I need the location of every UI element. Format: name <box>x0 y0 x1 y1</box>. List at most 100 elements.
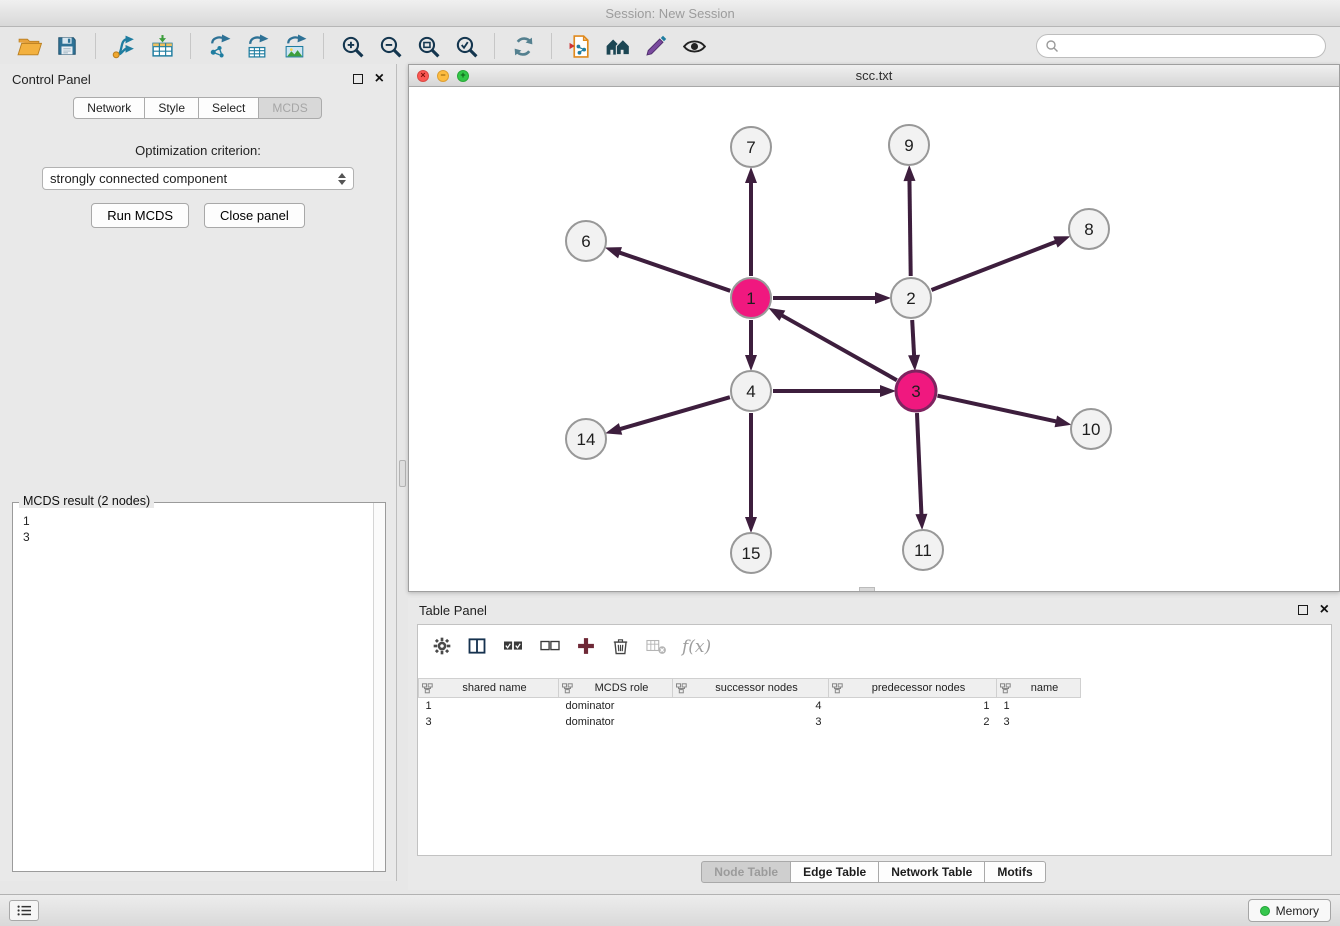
run-mcds-button[interactable]: Run MCDS <box>91 203 189 228</box>
paintbrush-glyph <box>644 34 668 58</box>
graph-node-10[interactable]: 10 <box>1071 409 1111 449</box>
float-table-panel-icon[interactable] <box>1298 605 1308 615</box>
criterion-dropdown[interactable]: strongly connected component <box>42 167 354 190</box>
zoom-out-icon[interactable] <box>374 31 406 61</box>
graph-edge-2-9[interactable] <box>909 180 910 276</box>
graph-edge-2-3[interactable] <box>912 320 914 356</box>
zoom-selected-icon[interactable] <box>450 31 482 61</box>
tab-select[interactable]: Select <box>198 97 259 119</box>
table-cell[interactable]: dominator <box>559 698 673 714</box>
result-scrollbar[interactable] <box>373 503 385 871</box>
table-cell[interactable]: 1 <box>829 698 997 714</box>
search-field[interactable] <box>1036 34 1326 58</box>
show-columns-icon[interactable] <box>467 636 487 659</box>
eye-icon[interactable] <box>678 31 710 61</box>
column-header-name[interactable]: name <box>997 679 1081 698</box>
tab-motifs[interactable]: Motifs <box>984 861 1045 883</box>
export-table-icon[interactable] <box>241 31 273 61</box>
status-menu-button[interactable] <box>9 900 39 921</box>
graph-node-8[interactable]: 8 <box>1069 209 1109 249</box>
table-cell[interactable]: 3 <box>419 714 559 730</box>
table-cell[interactable]: dominator <box>559 714 673 730</box>
graph-node-11[interactable]: 11 <box>903 530 943 570</box>
select-all-icon[interactable] <box>502 637 524 658</box>
table-cell[interactable]: 1 <box>997 698 1081 714</box>
refresh-glyph <box>511 34 536 59</box>
graph-node-6[interactable]: 6 <box>566 221 606 261</box>
paintbrush-icon[interactable] <box>640 31 672 61</box>
svg-text:7: 7 <box>746 138 755 157</box>
svg-text:3: 3 <box>911 382 920 401</box>
delete-row-icon[interactable] <box>611 636 630 659</box>
graph-node-9[interactable]: 9 <box>889 125 929 165</box>
canvas-scroll-grip[interactable] <box>859 587 875 591</box>
graph-node-14[interactable]: 14 <box>566 419 606 459</box>
column-header-predecessor-nodes[interactable]: predecessor nodes <box>829 679 997 698</box>
svg-text:15: 15 <box>742 544 761 563</box>
save-session-icon[interactable] <box>51 31 83 61</box>
table-cell[interactable]: 2 <box>829 714 997 730</box>
table-row[interactable]: 3dominator323 <box>419 714 1081 730</box>
table-cell[interactable]: 1 <box>419 698 559 714</box>
graph-edge-2-8[interactable] <box>932 242 1057 290</box>
export-image-icon[interactable] <box>279 31 311 61</box>
export-table-glyph <box>245 34 270 59</box>
graph-node-3[interactable]: 3 <box>896 371 936 411</box>
svg-text:6: 6 <box>581 232 590 251</box>
graph-edge-4-14[interactable] <box>620 397 730 429</box>
tab-style[interactable]: Style <box>144 97 199 119</box>
network-canvas[interactable]: 7 9 6 8 1 2 4 3 14 10 15 11 <box>409 87 1339 591</box>
search-input[interactable] <box>1064 39 1317 53</box>
table-cell[interactable]: 3 <box>673 714 829 730</box>
memory-button[interactable]: Memory <box>1248 899 1331 922</box>
network-window-titlebar[interactable]: scc.txt × − + <box>409 65 1339 87</box>
tab-network[interactable]: Network <box>73 97 145 119</box>
column-header-shared-name[interactable]: shared name <box>419 679 559 698</box>
close-panel-icon[interactable]: × <box>375 71 384 87</box>
zoom-in-icon[interactable] <box>336 31 368 61</box>
network-graph[interactable]: 7 9 6 8 1 2 4 3 14 10 15 11 <box>409 87 1339 591</box>
columns-icon <box>467 636 487 656</box>
import-table-icon[interactable] <box>146 31 178 61</box>
graph-edge-3-1[interactable] <box>781 315 896 380</box>
import-network-icon[interactable] <box>108 31 140 61</box>
panel-splitter-grip[interactable] <box>399 460 406 487</box>
tab-mcds[interactable]: MCDS <box>258 97 321 119</box>
tab-node-table[interactable]: Node Table <box>701 861 791 883</box>
table-row[interactable]: 1dominator411 <box>419 698 1081 714</box>
close-panel-button[interactable]: Close panel <box>204 203 305 228</box>
float-panel-icon[interactable] <box>353 74 363 84</box>
close-table-panel-icon[interactable]: × <box>1320 602 1329 618</box>
tab-network-table[interactable]: Network Table <box>878 861 985 883</box>
table-cell[interactable]: 3 <box>997 714 1081 730</box>
graph-edge-3-11[interactable] <box>917 413 921 515</box>
trash-icon <box>611 636 630 656</box>
document-network-icon[interactable] <box>564 31 596 61</box>
open-session-icon[interactable] <box>13 31 45 61</box>
zoom-fit-icon[interactable] <box>412 31 444 61</box>
window-zoom-icon[interactable]: + <box>457 70 469 82</box>
column-header-mcds-role[interactable]: MCDS role <box>559 679 673 698</box>
graph-node-1[interactable]: 1 <box>731 278 771 318</box>
add-row-icon[interactable] <box>576 636 596 659</box>
unselect-all-icon[interactable] <box>539 637 561 658</box>
toolbar-separator <box>551 33 552 59</box>
window-close-icon[interactable]: × <box>417 70 429 82</box>
home-icon[interactable] <box>602 31 634 61</box>
refresh-icon[interactable] <box>507 31 539 61</box>
graph-edge-1-6[interactable] <box>619 252 730 290</box>
delete-table-icon[interactable] <box>645 636 667 658</box>
table-cell[interactable]: 4 <box>673 698 829 714</box>
graph-node-2[interactable]: 2 <box>891 278 931 318</box>
graph-node-4[interactable]: 4 <box>731 371 771 411</box>
graph-edge-3-10[interactable] <box>937 396 1056 422</box>
function-builder-icon[interactable]: f(x) <box>682 637 711 657</box>
mcds-result-line: 1 <box>23 513 363 529</box>
tab-edge-table[interactable]: Edge Table <box>790 861 879 883</box>
graph-node-15[interactable]: 15 <box>731 533 771 573</box>
window-minimize-icon[interactable]: − <box>437 70 449 82</box>
graph-node-7[interactable]: 7 <box>731 127 771 167</box>
column-header-successor-nodes[interactable]: successor nodes <box>673 679 829 698</box>
table-settings-icon[interactable] <box>432 636 452 659</box>
export-network-icon[interactable] <box>203 31 235 61</box>
